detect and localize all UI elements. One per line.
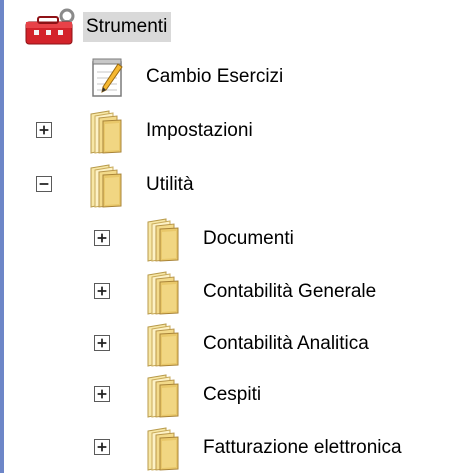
expand-plus-icon[interactable] [94, 386, 110, 402]
toolbox-icon [24, 8, 78, 48]
tree-node-label[interactable]: Impostazioni [146, 119, 253, 143]
folder-icon [142, 427, 182, 471]
expand-plus-icon[interactable] [36, 122, 52, 138]
tree-node-contabilita-generale[interactable]: Contabilità Generale [0, 271, 451, 311]
tree-node-label[interactable]: Documenti [203, 227, 294, 251]
tree-node-label[interactable]: Cambio Esercizi [146, 65, 283, 89]
notepad-pencil-icon [90, 56, 126, 100]
folder-icon [142, 374, 182, 418]
tree-node-fatturazione-elettronica[interactable]: Fatturazione elettronica [0, 427, 451, 467]
tree-node-contabilita-analitica[interactable]: Contabilità Analitica [0, 323, 451, 363]
collapse-minus-icon[interactable] [36, 176, 52, 192]
tree-node-documenti[interactable]: Documenti [0, 218, 451, 258]
navigation-tree: Strumenti Cambio Esercizi Impostazioni U… [0, 0, 451, 473]
tree-node-label[interactable]: Cespiti [203, 383, 261, 407]
folder-icon [85, 164, 125, 208]
tree-node-label[interactable]: Contabilità Generale [203, 280, 376, 304]
tree-node-label[interactable]: Strumenti [83, 12, 172, 42]
folder-icon [142, 323, 182, 367]
tree-node-utilita[interactable]: Utilità [0, 164, 360, 204]
tree-node-strumenti[interactable]: Strumenti [0, 8, 200, 48]
expand-plus-icon[interactable] [94, 230, 110, 246]
expand-plus-icon[interactable] [94, 439, 110, 455]
folder-icon [142, 218, 182, 262]
tree-node-cambio-esercizi[interactable]: Cambio Esercizi [0, 56, 360, 97]
tree-node-label[interactable]: Fatturazione elettronica [203, 436, 402, 460]
tree-node-label[interactable]: Utilità [146, 173, 194, 197]
tree-node-cespiti[interactable]: Cespiti [0, 374, 451, 414]
expand-plus-icon[interactable] [94, 335, 110, 351]
tree-node-impostazioni[interactable]: Impostazioni [0, 110, 360, 150]
folder-icon [85, 110, 125, 154]
expand-plus-icon[interactable] [94, 283, 110, 299]
tree-node-label[interactable]: Contabilità Analitica [203, 332, 369, 356]
folder-icon [142, 271, 182, 315]
